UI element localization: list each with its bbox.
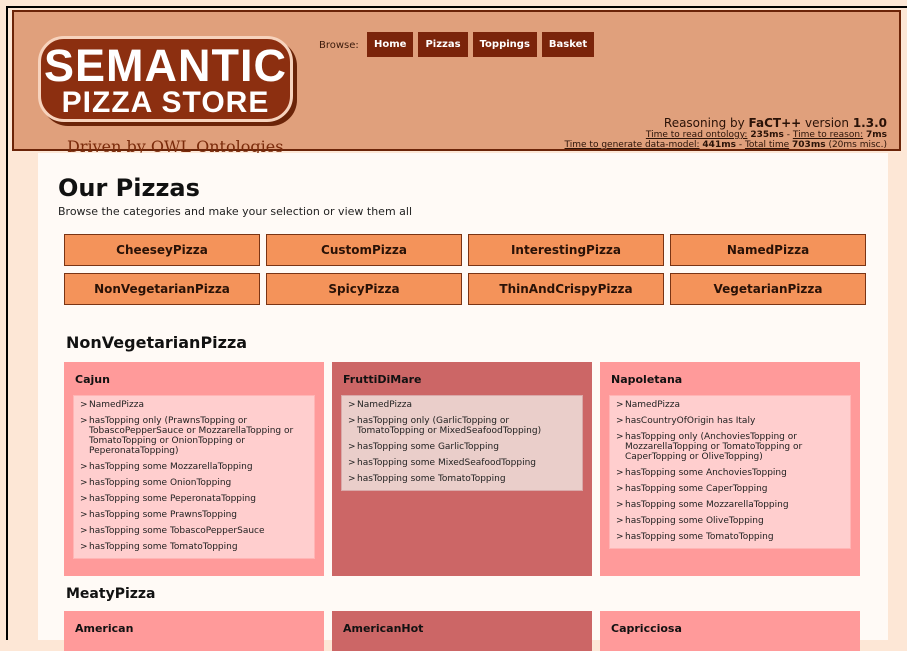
category-button[interactable]: ThinAndCrispyPizza (468, 273, 664, 305)
pizza-property: hasTopping only (GarlicTopping or Tomato… (348, 416, 576, 436)
pizza-card[interactable]: Napoletana NamedPizza hasCountryOfOrigin… (600, 362, 860, 576)
nav-home[interactable]: Home (367, 32, 414, 57)
pizza-property: hasTopping some AnchoviesTopping (616, 468, 844, 478)
pizza-property: hasTopping some MozzarellaTopping (616, 500, 844, 510)
nav-toppings[interactable]: Toppings (472, 32, 537, 57)
category-button[interactable]: VegetarianPizza (670, 273, 866, 305)
pizza-properties: NamedPizza hasCountryOfOrigin has Italy … (609, 395, 851, 549)
category-button[interactable]: CustomPizza (266, 234, 462, 266)
pizza-property: NamedPizza (348, 400, 576, 410)
pizza-name[interactable]: Capricciosa (611, 622, 851, 635)
pizza-property: hasTopping some OliveTopping (616, 516, 844, 526)
pizza-properties: NamedPizza hasTopping only (PrawnsToppin… (73, 395, 315, 559)
pizza-card[interactable]: FruttiDiMare NamedPizza hasTopping only … (332, 362, 592, 576)
pizza-card[interactable]: Cajun NamedPizza hasTopping only (Prawns… (64, 362, 324, 576)
browse-label: Browse: (319, 40, 359, 51)
site-header: SEMANTIC PIZZA STORE Driven by OWL Ontol… (12, 10, 901, 156)
pizza-card[interactable]: AmericanHot (332, 611, 592, 651)
timing-line-1: Time to read ontology: 235ms - Time to r… (645, 130, 887, 140)
category-button[interactable]: CheeseyPizza (64, 234, 260, 266)
pizza-property: hasTopping some TomatoTopping (80, 542, 308, 552)
pizza-property: hasTopping some OnionTopping (80, 478, 308, 488)
pizza-property: hasTopping some TobascoPepperSauce (80, 526, 308, 536)
logo-line-1: SEMANTIC (44, 40, 287, 91)
pizza-property: hasTopping some TomatoTopping (616, 532, 844, 542)
category-button[interactable]: SpicyPizza (266, 273, 462, 305)
timing-line-2: Time to generate data-model: 441ms - Tot… (564, 140, 887, 150)
pizza-property: hasTopping some GarlicTopping (348, 442, 576, 452)
logo-line-2: PIZZA STORE (61, 86, 270, 119)
pizza-name[interactable]: FruttiDiMare (343, 373, 583, 386)
pizza-card[interactable]: American (64, 611, 324, 651)
pizza-property: hasTopping some TomatoTopping (348, 474, 576, 484)
pizza-property: hasTopping some PeperonataTopping (80, 494, 308, 504)
nav-basket[interactable]: Basket (541, 32, 595, 57)
reasoner-line: Reasoning by FaCT++ version 1.3.0 (663, 116, 887, 130)
reasoner-stats: Reasoning by FaCT++ version 1.3.0 Time t… (565, 116, 887, 150)
reasoner-version: 1.3.0 (852, 116, 887, 130)
pizza-name[interactable]: American (75, 622, 315, 635)
pizza-property: hasTopping some PrawnsTopping (80, 510, 308, 520)
pizza-property: hasTopping some MozzarellaTopping (80, 462, 308, 472)
page-subtitle: Browse the categories and make your sele… (58, 205, 413, 218)
category-grid: CheeseyPizza CustomPizza InterestingPizz… (64, 234, 866, 305)
pizza-property: NamedPizza (80, 400, 308, 410)
site-logo[interactable]: SEMANTIC PIZZA STORE (38, 36, 293, 122)
pizza-card[interactable]: Capricciosa (600, 611, 860, 651)
category-button[interactable]: NonVegetarianPizza (64, 273, 260, 305)
pizza-property: hasCountryOfOrigin has Italy (616, 416, 844, 426)
main-nav: Home Pizzas Toppings Basket (367, 32, 595, 57)
main-content: Our Pizzas Browse the categories and mak… (38, 153, 888, 651)
pizza-property: hasTopping only (AnchoviesTopping or Moz… (616, 432, 844, 462)
category-button[interactable]: InterestingPizza (468, 234, 664, 266)
pizza-card-row: Cajun NamedPizza hasTopping only (Prawns… (64, 362, 860, 576)
pizza-name[interactable]: Napoletana (611, 373, 851, 386)
pizza-name[interactable]: Cajun (75, 373, 315, 386)
pizza-card-row: American AmericanHot Capricciosa (64, 611, 860, 651)
pizza-properties: NamedPizza hasTopping only (GarlicToppin… (341, 395, 583, 491)
pizza-name[interactable]: AmericanHot (343, 622, 583, 635)
pizza-property: hasTopping some MixedSeafoodTopping (348, 458, 576, 468)
reasoner-name: FaCT++ (748, 116, 802, 130)
section-title: MeatyPizza (66, 586, 156, 602)
page-title: Our Pizzas (58, 174, 200, 202)
nav-pizzas[interactable]: Pizzas (418, 32, 468, 57)
pizza-property: hasTopping only (PrawnsTopping or Tobasc… (80, 416, 308, 456)
category-button[interactable]: NamedPizza (670, 234, 866, 266)
pizza-property: hasTopping some CaperTopping (616, 484, 844, 494)
section-title: NonVegetarianPizza (66, 333, 248, 352)
pizza-property: NamedPizza (616, 400, 844, 410)
